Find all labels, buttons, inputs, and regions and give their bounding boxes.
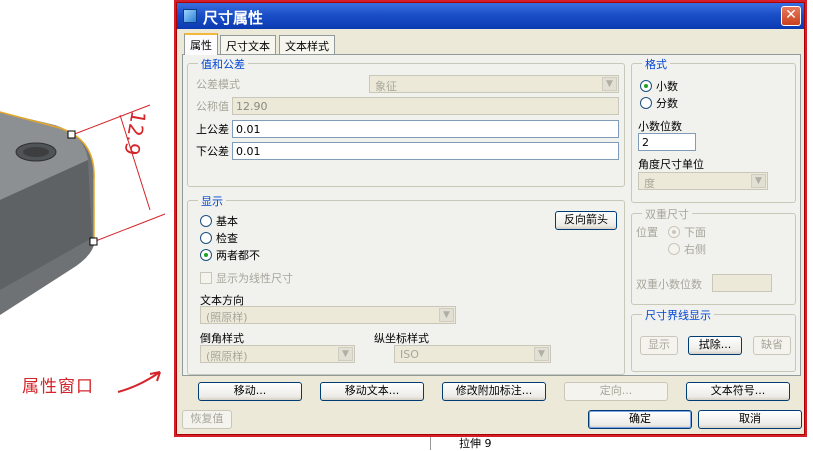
tab-dimension-text[interactable]: 尺寸文本: [220, 35, 276, 54]
dual-group-label: 双重尺寸: [642, 206, 692, 222]
decimal-radio[interactable]: [640, 80, 652, 92]
ordinate-style-select[interactable]: ISO ▼: [394, 345, 551, 363]
dual-below-radio[interactable]: [668, 226, 680, 238]
tab-properties[interactable]: 属性: [184, 33, 218, 55]
angle-unit-value: 度: [644, 177, 655, 190]
decimal-label: 小数: [656, 80, 678, 93]
tolerance-mode-label: 公差模式: [196, 78, 240, 91]
nominal-value-field[interactable]: 12.90: [232, 97, 619, 115]
move-button[interactable]: 移动...: [198, 382, 302, 401]
neither-radio[interactable]: [200, 249, 212, 261]
dual-decimals-label: 双重小数位数: [636, 278, 702, 291]
witness-line-group: 尺寸界线显示 显示 拭除... 缺省: [631, 307, 796, 372]
witness-show-button[interactable]: 显示: [640, 336, 678, 355]
ok-button[interactable]: 确定: [588, 410, 692, 429]
annotation-label: 属性窗口: [22, 377, 94, 397]
restore-values-button[interactable]: 恢复值: [182, 410, 232, 429]
dual-right-label: 右侧: [684, 243, 706, 256]
decimal-places-field[interactable]: 2: [638, 133, 696, 151]
display-group: 显示 基本 检查 两者都不 反向箭头 显示为线性尺寸 文本方向 (照原样) ▼ …: [187, 193, 625, 375]
cancel-button[interactable]: 取消: [698, 410, 802, 429]
format-group: 格式 小数 分数 小数位数 2 角度尺寸单位 度 ▼: [631, 56, 796, 203]
inspect-radio[interactable]: [200, 232, 212, 244]
tolerance-mode-select[interactable]: 象征 ▼: [369, 75, 619, 93]
witness-group-label: 尺寸界线显示: [642, 307, 714, 323]
move-text-button[interactable]: 移动文本...: [320, 382, 424, 401]
dual-position-label: 位置: [636, 226, 658, 239]
lower-tolerance-label: 下公差: [196, 145, 229, 158]
values-group-label: 值和公差: [198, 56, 248, 72]
dimension-properties-dialog: 尺寸属性 ✕ 属性 尺寸文本 文本样式 值和公差 公差模式 象征 ▼ 公称值 1…: [174, 0, 807, 437]
flip-arrows-button[interactable]: 反向箭头: [555, 211, 617, 230]
chamfer-style-value: (照原样): [206, 350, 248, 363]
chevron-down-icon: ▼: [602, 77, 617, 91]
basic-label: 基本: [216, 215, 238, 228]
tolerance-mode-value: 象征: [375, 80, 397, 93]
text-direction-value: (照原样): [206, 311, 248, 324]
chamfer-style-select[interactable]: (照原样) ▼: [200, 345, 355, 363]
dual-right-radio[interactable]: [668, 243, 680, 255]
values-tolerance-group: 值和公差 公差模式 象征 ▼ 公称值 12.90 上公差 0.01 下公差 0.…: [187, 56, 625, 187]
angle-unit-select[interactable]: 度 ▼: [638, 172, 768, 190]
dual-decimals-field[interactable]: [712, 274, 772, 292]
modify-attachment-button[interactable]: 修改附加标注...: [442, 382, 546, 401]
dialog-title: 尺寸属性: [203, 9, 264, 27]
ordinate-style-value: ISO: [400, 348, 419, 361]
linear-dimension-label: 显示为线性尺寸: [216, 272, 293, 285]
chevron-down-icon: ▼: [439, 308, 454, 322]
decimal-places-label: 小数位数: [638, 120, 682, 133]
dialog-button-bar: 移动... 移动文本... 修改附加标注... 定向... 文本符号... 恢复…: [176, 376, 805, 436]
chevron-down-icon: ▼: [751, 174, 766, 188]
nominal-label: 公称值: [196, 100, 229, 113]
inspect-label: 检查: [216, 232, 238, 245]
chamfer-style-label: 倒角样式: [200, 332, 244, 345]
upper-tolerance-field[interactable]: 0.01: [232, 120, 619, 138]
dual-dimension-group: 双重尺寸 位置 下面 右侧 双重小数位数: [631, 206, 796, 305]
orient-button[interactable]: 定向...: [564, 382, 668, 401]
fraction-radio[interactable]: [640, 97, 652, 109]
dialog-titlebar[interactable]: 尺寸属性 ✕: [177, 3, 804, 29]
witness-erase-button[interactable]: 拭除...: [688, 336, 742, 355]
window-icon: [183, 9, 197, 23]
dual-below-label: 下面: [684, 226, 706, 239]
text-direction-select[interactable]: (照原样) ▼: [200, 306, 456, 324]
angle-unit-label: 角度尺寸单位: [638, 158, 704, 171]
text-symbol-button[interactable]: 文本符号...: [686, 382, 790, 401]
neither-label: 两者都不: [216, 249, 260, 262]
linear-dimension-checkbox[interactable]: [200, 272, 212, 284]
format-group-label: 格式: [642, 56, 670, 72]
close-button[interactable]: ✕: [781, 6, 801, 26]
basic-radio[interactable]: [200, 215, 212, 227]
properties-panel: 值和公差 公差模式 象征 ▼ 公称值 12.90 上公差 0.01 下公差 0.…: [182, 54, 801, 376]
svg-text:12.9: 12.9: [119, 109, 150, 157]
ordinate-style-label: 纵坐标样式: [374, 332, 429, 345]
chevron-down-icon: ▼: [534, 347, 549, 361]
fraction-label: 分数: [656, 97, 678, 110]
witness-default-button[interactable]: 缺省: [753, 336, 791, 355]
tab-text-style[interactable]: 文本样式: [279, 35, 335, 54]
lower-tolerance-field[interactable]: 0.01: [232, 142, 619, 160]
display-group-label: 显示: [198, 193, 226, 209]
upper-tolerance-label: 上公差: [196, 123, 229, 136]
chevron-down-icon: ▼: [338, 347, 353, 361]
tree-item-label: 拉伸 9: [459, 437, 492, 450]
